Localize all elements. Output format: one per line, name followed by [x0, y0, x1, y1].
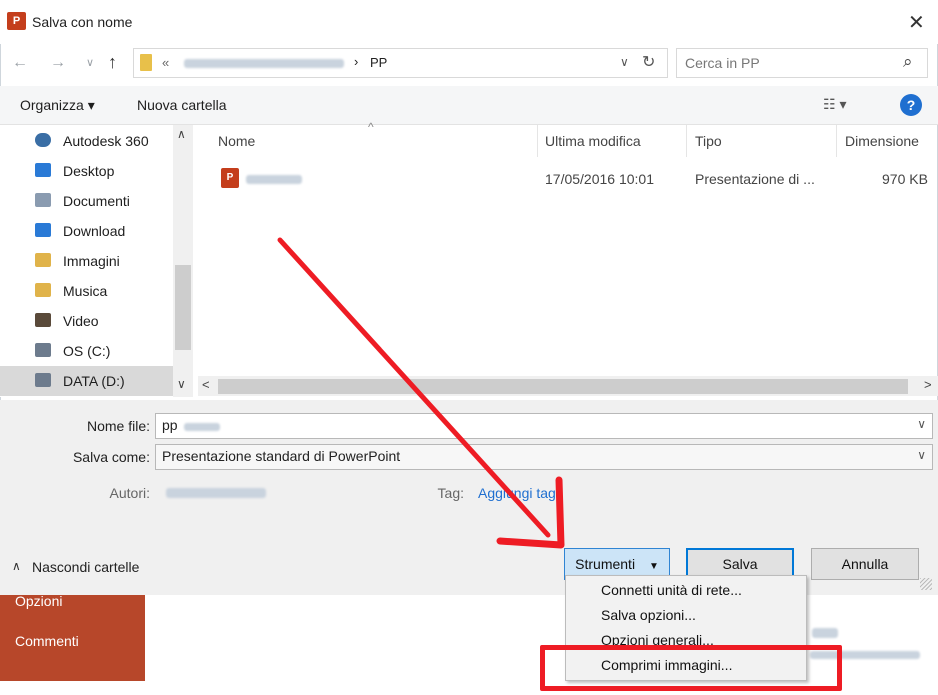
sidebar-item-label: Desktop	[63, 163, 115, 179]
sidebar-item-label: OS (C:)	[63, 343, 111, 359]
dialog-title: Salva con nome	[32, 14, 133, 30]
new-folder-button[interactable]: Nuova cartella	[137, 97, 227, 113]
pptx-file-icon: P	[221, 168, 239, 188]
folder-icon	[140, 54, 152, 71]
file-modified: 17/05/2016 10:01	[545, 171, 654, 187]
breadcrumb-blurred-folder[interactable]	[184, 59, 344, 68]
breadcrumb-separator: ›	[354, 54, 359, 69]
backstage-sidebar: Opzioni Commenti	[0, 593, 145, 681]
sidebar-item-video[interactable]: Video	[35, 310, 195, 334]
breadcrumb-current[interactable]: PP	[370, 55, 387, 70]
help-icon[interactable]: ?	[900, 94, 922, 116]
filename-value[interactable]: pp	[162, 417, 178, 433]
filename-label: Nome file:	[86, 418, 150, 434]
filename-dropdown-icon[interactable]: ∨	[917, 417, 926, 431]
refresh-icon[interactable]: ↻	[642, 52, 655, 72]
data-drive-icon	[35, 373, 51, 387]
sidebar-item-label: Download	[63, 223, 126, 239]
download-folder-icon	[35, 223, 51, 237]
search-box[interactable]: Cerca in PP ⌕	[676, 48, 928, 78]
sidebar-item-immagini[interactable]: Immagini	[35, 250, 195, 274]
sidebar-item-desktop[interactable]: Desktop	[35, 160, 195, 184]
history-dropdown-icon[interactable]: ∨	[86, 56, 94, 69]
sidebar-item-os-c[interactable]: OS (C:)	[35, 340, 195, 364]
sidebar-item-data-d[interactable]: DATA (D:)	[35, 370, 195, 394]
os-drive-icon	[35, 343, 51, 357]
video-folder-icon	[35, 313, 51, 327]
forward-arrow-icon[interactable]: →	[50, 54, 66, 72]
nav-scroll-up-icon[interactable]: ∧	[177, 127, 186, 141]
filename-field[interactable]: pp ∨	[155, 413, 933, 439]
column-separator[interactable]	[537, 125, 538, 157]
up-arrow-icon[interactable]: ↑	[108, 52, 117, 73]
address-dropdown-icon[interactable]: ∨	[620, 55, 629, 69]
sidebar-item-documenti[interactable]: Documenti	[35, 190, 195, 214]
savetype-dropdown-icon[interactable]: ∨	[917, 448, 926, 462]
pictures-folder-icon	[35, 253, 51, 267]
search-input[interactable]: Cerca in PP	[685, 55, 760, 71]
savetype-label: Salva come:	[72, 449, 150, 465]
column-header-name[interactable]: Nome	[218, 133, 255, 149]
annotation-highlight-box	[540, 645, 842, 691]
hide-folders-button[interactable]: Nascondi cartelle	[32, 559, 139, 575]
sidebar-item-label: Documenti	[63, 193, 130, 209]
command-toolbar: Organizza ▾ Nuova cartella ☷ ▾	[0, 86, 938, 125]
close-icon[interactable]: ✕	[908, 10, 925, 35]
resize-grip-icon[interactable]	[920, 578, 932, 590]
sidebar-item-musica[interactable]: Musica	[35, 280, 195, 304]
hscroll-thumb[interactable]	[218, 379, 908, 394]
back-arrow-icon[interactable]: ←	[12, 54, 28, 72]
menu-item-map-network-drive[interactable]: Connetti unità di rete...	[601, 582, 742, 598]
menu-item-save-options[interactable]: Salva opzioni...	[601, 607, 696, 623]
dialog-titlebar: P Salva con nome ✕	[0, 0, 938, 44]
sort-indicator-icon: ^	[368, 120, 374, 134]
hide-folders-icon[interactable]: ∧	[12, 559, 21, 573]
authors-label: Autori:	[109, 485, 150, 501]
hscroll-right-icon[interactable]: >	[924, 377, 932, 392]
sidebar-item-label: Video	[63, 313, 99, 329]
file-size: 970 KB	[882, 171, 928, 187]
nav-scroll-down-icon[interactable]: ∨	[177, 377, 186, 391]
view-options-icon[interactable]: ☷ ▾	[823, 96, 846, 113]
organize-button[interactable]: Organizza ▾	[20, 97, 95, 114]
tools-label: Strumenti	[575, 556, 636, 572]
hscroll-left-icon[interactable]: <	[202, 377, 210, 392]
column-header-size[interactable]: Dimensione	[845, 133, 919, 149]
sidebar-item-label: Autodesk 360	[63, 133, 149, 149]
music-folder-icon	[35, 283, 51, 297]
cancel-button[interactable]: Annulla	[811, 548, 919, 580]
column-header-modified[interactable]: Ultima modifica	[545, 133, 641, 149]
documents-icon	[35, 193, 51, 207]
authors-blurred-value[interactable]	[166, 488, 266, 498]
savetype-select[interactable]: Presentazione standard di PowerPoint ∨	[155, 444, 933, 470]
sidebar-item-download[interactable]: Download	[35, 220, 195, 244]
file-type: Presentazione di ...	[695, 171, 815, 187]
backstage-blurred-text	[812, 628, 838, 638]
sidebar-item-label: Immagini	[63, 253, 120, 269]
column-separator[interactable]	[836, 125, 837, 157]
column-separator[interactable]	[686, 125, 687, 157]
tools-dropdown-icon: ▼	[648, 561, 659, 572]
cloud-icon	[35, 133, 51, 147]
powerpoint-icon: P	[7, 12, 26, 30]
column-header-type[interactable]: Tipo	[695, 133, 722, 149]
savetype-value[interactable]: Presentazione standard di PowerPoint	[162, 448, 400, 464]
backstage-item-comments[interactable]: Commenti	[15, 633, 79, 649]
sidebar-item-autodesk-360[interactable]: Autodesk 360	[35, 130, 195, 154]
tags-field[interactable]: Aggiungi tag	[478, 485, 556, 501]
backstage-item-options[interactable]: Opzioni	[15, 593, 62, 609]
tags-label: Tag:	[437, 485, 464, 501]
nav-scrollbar[interactable]: ∧ ∨	[173, 125, 193, 397]
desktop-folder-icon	[35, 163, 51, 177]
nav-scroll-thumb[interactable]	[175, 265, 191, 350]
breadcrumb-overflow[interactable]: «	[162, 55, 169, 70]
search-icon[interactable]: ⌕	[903, 52, 913, 72]
sidebar-item-label: Musica	[63, 283, 108, 299]
file-name-blurred	[246, 175, 302, 184]
sidebar-item-label: DATA (D:)	[63, 373, 125, 389]
filename-blurred-suffix	[184, 423, 220, 431]
address-bar[interactable]: « › PP ∨ ↻	[133, 48, 668, 78]
